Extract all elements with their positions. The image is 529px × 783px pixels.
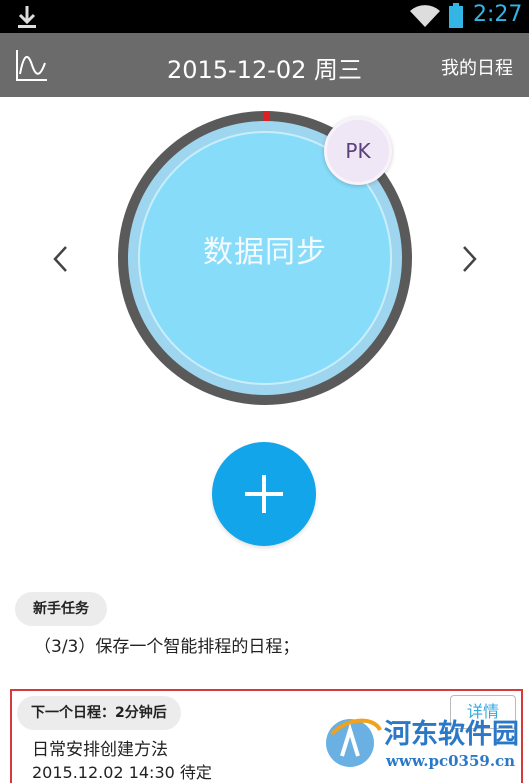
chevron-left-icon[interactable] bbox=[48, 242, 72, 276]
status-bar: 2:27 bbox=[0, 0, 529, 33]
pk-button[interactable]: PK bbox=[324, 117, 392, 185]
watermark-logo-icon bbox=[326, 718, 382, 767]
download-icon bbox=[18, 6, 36, 28]
trend-chart-icon[interactable] bbox=[14, 47, 50, 83]
sync-label: 数据同步 bbox=[203, 235, 327, 270]
new-task-text[interactable]: （3/3）保存一个智能排程的日程； bbox=[34, 632, 299, 657]
progress-marker bbox=[263, 111, 270, 121]
chevron-right-icon[interactable] bbox=[458, 242, 482, 276]
watermark-name: 河东软件园 bbox=[384, 719, 519, 750]
add-schedule-button[interactable] bbox=[212, 442, 316, 546]
next-schedule-time: 2015.12.02 14:30 待定 bbox=[32, 763, 212, 782]
next-schedule-title: 日常安排创建方法 bbox=[32, 740, 168, 760]
sync-panel: 数据同步 PK bbox=[0, 97, 529, 427]
status-time: 2:27 bbox=[473, 2, 523, 27]
battery-icon bbox=[449, 3, 463, 28]
next-schedule-badge: 下一个日程：2分钟后 bbox=[17, 696, 181, 730]
app-bar: 2015-12-02 周三 我的日程 bbox=[0, 33, 529, 97]
watermark-url: www.pc0359.cn bbox=[386, 752, 516, 770]
new-task-badge: 新手任务 bbox=[15, 592, 107, 626]
wifi-icon bbox=[410, 5, 440, 27]
watermark: 河东软件园 www.pc0359.cn bbox=[322, 706, 526, 783]
my-schedule-button[interactable]: 我的日程 bbox=[441, 54, 513, 80]
